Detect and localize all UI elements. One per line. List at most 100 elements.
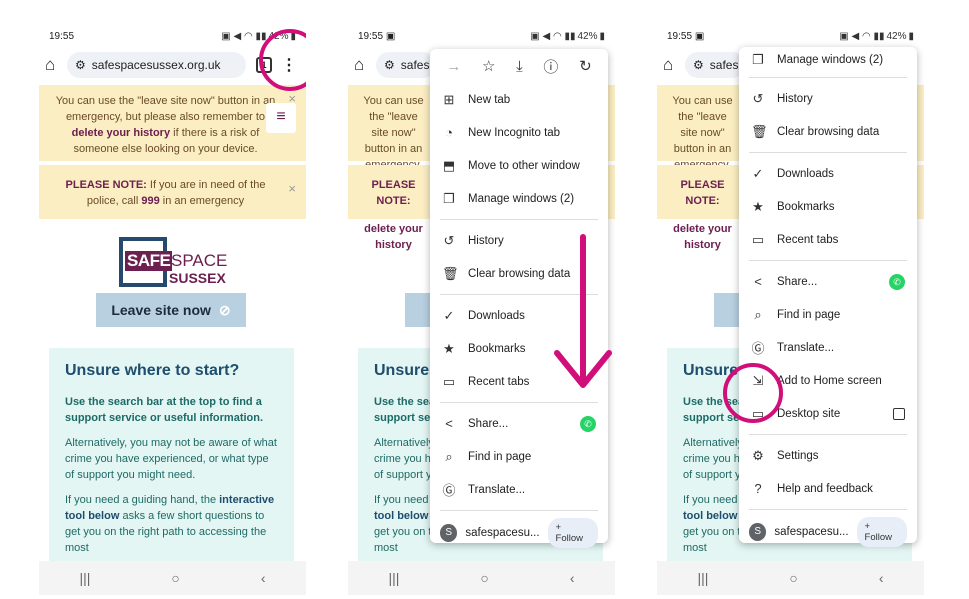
delete-history-link[interactable]: delete your history <box>72 127 170 139</box>
menu-label: History <box>468 234 504 247</box>
address-bar[interactable]: ⚙ safespacesussex.org.uk <box>67 52 246 78</box>
menu-label: History <box>777 92 813 105</box>
system-nav-bar: ||| ○ ‹ <box>39 561 306 595</box>
home-icon[interactable]: ⌂ <box>663 55 685 75</box>
downloads-check-icon: ✓ <box>443 307 455 323</box>
back-icon[interactable]: ‹ <box>570 570 575 586</box>
home-button-icon[interactable]: ○ <box>480 570 488 586</box>
hamburger-menu-icon[interactable]: ≡ <box>266 103 296 133</box>
menu-manage-windows[interactable]: ❐ Manage windows (2) <box>739 47 917 73</box>
status-time: 19:55 <box>49 30 75 42</box>
forward-icon[interactable]: → <box>446 58 461 75</box>
leave-site-button[interactable]: Leave site now ⊘ <box>96 293 246 327</box>
delete-history-link[interactable]: delete your history <box>673 223 732 251</box>
banner-text: You can use the "leave site now" button … <box>55 95 276 123</box>
menu-new-incognito[interactable]: ◔ New Incognito tab <box>430 116 608 149</box>
site-avatar: S <box>749 523 767 541</box>
site-info-icon[interactable]: ⚙ <box>384 58 395 72</box>
down-arrow-icon <box>554 234 612 388</box>
menu-divider <box>749 152 907 153</box>
downloads-check-icon: ✓ <box>752 165 764 181</box>
incognito-icon: ◔ <box>445 125 453 140</box>
menu-label: New tab <box>468 93 511 106</box>
image-notification-icon: ▣ <box>694 30 705 42</box>
address-bar[interactable]: ⚙ safes <box>376 52 436 78</box>
menu-find[interactable]: ⌕ Find in page <box>739 298 917 331</box>
battery-level: 42% <box>577 30 598 42</box>
site-info-icon[interactable]: ⚙ <box>75 58 86 72</box>
menu-move-window[interactable]: ⬒ Move to other window <box>430 149 608 182</box>
menu-label: Share... <box>777 275 818 288</box>
close-icon[interactable]: × <box>288 181 296 197</box>
recent-apps-icon[interactable]: ||| <box>697 570 708 586</box>
menu-label: Share... <box>468 417 509 430</box>
address-bar[interactable]: ⚙ safes <box>685 52 745 78</box>
move-window-icon: ⬒ <box>442 157 456 173</box>
menu-help[interactable]: ? Help and feedback <box>739 472 917 505</box>
menu-share[interactable]: < Share... ✆ <box>739 265 917 298</box>
please-note-label: PLEASE NOTE: <box>680 179 725 207</box>
menu-bookmarks[interactable]: ★ Bookmarks <box>739 190 917 223</box>
menu-downloads[interactable]: ✓ Downloads <box>739 157 917 190</box>
menu-translate[interactable]: Ⓖ Translate... <box>430 473 608 506</box>
unsure-card: Unsure where to start? Use the search ba… <box>49 348 294 595</box>
menu-share[interactable]: < Share... ✆ <box>430 407 608 440</box>
devices-icon: ▭ <box>751 231 765 247</box>
menu-new-tab[interactable]: ⊞ New tab <box>430 83 608 116</box>
menu-site-row[interactable]: S safespacesu... + Follow <box>739 514 917 550</box>
menu-label: Translate... <box>468 483 526 496</box>
whatsapp-icon[interactable]: ✆ <box>580 415 596 432</box>
menu-divider <box>440 219 598 220</box>
back-icon[interactable]: ‹ <box>879 570 884 586</box>
follow-button[interactable]: + Follow <box>856 517 907 547</box>
home-icon[interactable]: ⌂ <box>45 55 67 75</box>
menu-settings[interactable]: ⚙ Settings <box>739 439 917 472</box>
menu-label: Find in page <box>468 450 532 463</box>
status-icons: ▣ ◀ ◠ ▮▮ 42% ▮ <box>530 30 605 42</box>
whatsapp-icon[interactable]: ✆ <box>889 273 905 290</box>
site-logo[interactable]: SAFE SPACE SUSSEX <box>119 237 231 287</box>
menu-divider <box>440 510 598 511</box>
menu-label: Clear browsing data <box>777 125 880 138</box>
delete-history-link[interactable]: delete your history <box>364 223 423 251</box>
menu-translate[interactable]: Ⓖ Translate... <box>739 331 917 364</box>
devices-icon: ▭ <box>442 373 456 389</box>
menu-manage-windows[interactable]: ❐ Manage windows (2) <box>430 182 608 215</box>
status-time: 19:55 <box>358 30 384 42</box>
chrome-overflow-menu-scrolled: ❐ Manage windows (2) ↺ History 🗑 Clear brow… <box>739 47 917 547</box>
gear-icon: ⚙ <box>752 447 764 463</box>
home-icon[interactable]: ⌂ <box>354 55 376 75</box>
info-icon[interactable]: ⓘ <box>543 56 558 77</box>
reload-icon[interactable]: ↻ <box>579 57 592 75</box>
bookmark-star-icon: ★ <box>752 198 764 214</box>
status-time: 19:55 <box>667 30 693 42</box>
site-info-icon[interactable]: ⚙ <box>693 58 704 72</box>
menu-label: Recent tabs <box>468 375 530 388</box>
system-nav-bar: ||| ○ ‹ <box>348 561 615 595</box>
home-button-icon[interactable]: ○ <box>789 570 797 586</box>
phone-screen-3: 19:55 ▣ ▣ ◀ ◠ ▮▮ 42% ▮ ⌂ ⚙ safes You can… <box>657 25 924 595</box>
menu-divider <box>749 77 907 78</box>
back-icon[interactable]: ‹ <box>261 570 266 586</box>
desktop-site-checkbox[interactable] <box>893 407 905 420</box>
logo-space: SPACE <box>171 251 228 270</box>
menu-label: Settings <box>777 449 819 462</box>
follow-button[interactable]: + Follow <box>547 518 598 548</box>
please-note-label: PLEASE NOTE: <box>371 179 416 207</box>
recent-apps-icon[interactable]: ||| <box>388 570 399 586</box>
highlight-circle <box>259 29 306 91</box>
bookmark-star-icon: ★ <box>443 340 455 356</box>
menu-clear-data[interactable]: 🗑 Clear browsing data <box>739 115 917 148</box>
eye-slash-icon: ⊘ <box>218 301 231 318</box>
menu-find[interactable]: ⌕ Find in page <box>430 440 608 473</box>
menu-divider <box>749 260 907 261</box>
menu-recent-tabs[interactable]: ▭ Recent tabs <box>739 223 917 256</box>
download-icon[interactable]: ⤓ <box>516 58 523 75</box>
windows-icon: ❐ <box>443 190 455 206</box>
menu-history[interactable]: ↺ History <box>739 82 917 115</box>
star-icon[interactable]: ☆ <box>482 57 495 75</box>
menu-site-row[interactable]: S safespacesu... + Follow <box>430 515 608 551</box>
address-text: safes <box>400 58 430 72</box>
recent-apps-icon[interactable]: ||| <box>79 570 90 586</box>
home-button-icon[interactable]: ○ <box>171 570 179 586</box>
